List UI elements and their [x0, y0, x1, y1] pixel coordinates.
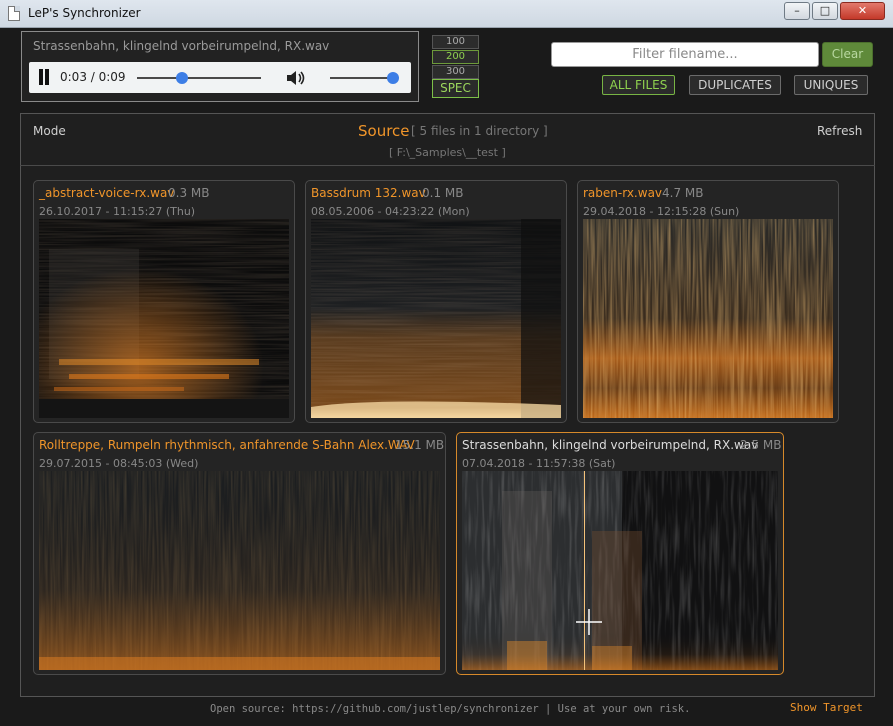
clear-button[interactable]: Clear: [822, 42, 873, 67]
file-size: 0.3 MB: [168, 186, 210, 200]
res-100-button[interactable]: 100: [432, 35, 479, 49]
file-name[interactable]: raben-rx.wav: [583, 186, 662, 200]
tab-uniques[interactable]: UNIQUES: [794, 75, 868, 95]
file-date: 26.10.2017 - 11:15:27 (Thu): [39, 205, 196, 218]
spectrogram[interactable]: [311, 219, 561, 418]
file-count: [ 5 files in 1 directory ]: [411, 124, 548, 138]
refresh-button[interactable]: Refresh: [817, 124, 862, 138]
panel-divider: [20, 165, 875, 166]
volume-icon[interactable]: [286, 70, 306, 86]
spectrogram[interactable]: [583, 219, 833, 418]
file-name[interactable]: _abstract-voice-rx.wav: [39, 186, 174, 200]
player-filename: Strassenbahn, klingelnd vorbeirumpelnd, …: [33, 39, 330, 53]
footer-text: Open source: https://github.com/justlep/…: [210, 703, 691, 715]
tab-duplicates[interactable]: DUPLICATES: [689, 75, 781, 95]
file-date: 07.04.2018 - 11:57:38 (Sat): [462, 457, 616, 470]
file-name[interactable]: Rolltreppe, Rumpeln rhythmisch, anfahren…: [39, 438, 415, 452]
crosshair-cursor-icon: [576, 609, 602, 635]
filter-input[interactable]: Filter filename...: [551, 42, 819, 67]
file-date: 08.05.2006 - 04:23:22 (Mon): [311, 205, 470, 218]
show-target-button[interactable]: Show Target: [790, 701, 863, 714]
window-title: LeP's Synchronizer: [28, 6, 141, 20]
mode-button[interactable]: Mode: [33, 124, 66, 138]
file-name[interactable]: Bassdrum 132.wav: [311, 186, 426, 200]
spectrogram[interactable]: [39, 471, 440, 670]
file-size: 15.1 MB: [395, 438, 445, 452]
panel-title: Source: [358, 122, 410, 140]
tab-all-files[interactable]: ALL FILES: [602, 75, 675, 95]
file-size: 2.5 MB: [740, 438, 782, 452]
spectrogram[interactable]: [462, 471, 778, 670]
pause-icon[interactable]: [38, 69, 50, 85]
seek-knob[interactable]: [175, 72, 188, 84]
res-300-button[interactable]: 300: [432, 65, 479, 79]
playhead: [584, 471, 585, 670]
file-date: 29.04.2018 - 12:15:28 (Sun): [583, 205, 740, 218]
spec-button[interactable]: SPEC: [432, 79, 479, 98]
minimize-button[interactable]: –: [784, 2, 810, 20]
seek-slider[interactable]: [137, 77, 261, 79]
close-button[interactable]: ✕: [840, 2, 885, 20]
maximize-button[interactable]: □: [812, 2, 838, 20]
file-date: 29.07.2015 - 08:45:03 (Wed): [39, 457, 199, 470]
app-icon: [8, 6, 20, 21]
file-size: 0.1 MB: [422, 186, 464, 200]
playback-time: 0:03 / 0:09: [60, 70, 126, 84]
directory-path: [ F:\_Samples\__test ]: [389, 146, 506, 159]
volume-slider[interactable]: [330, 77, 393, 79]
volume-knob[interactable]: [387, 72, 399, 84]
file-name[interactable]: Strassenbahn, klingelnd vorbeirumpelnd, …: [462, 438, 758, 452]
res-200-button[interactable]: 200: [432, 50, 479, 64]
spectrogram[interactable]: [39, 219, 289, 418]
file-size: 4.7 MB: [662, 186, 704, 200]
